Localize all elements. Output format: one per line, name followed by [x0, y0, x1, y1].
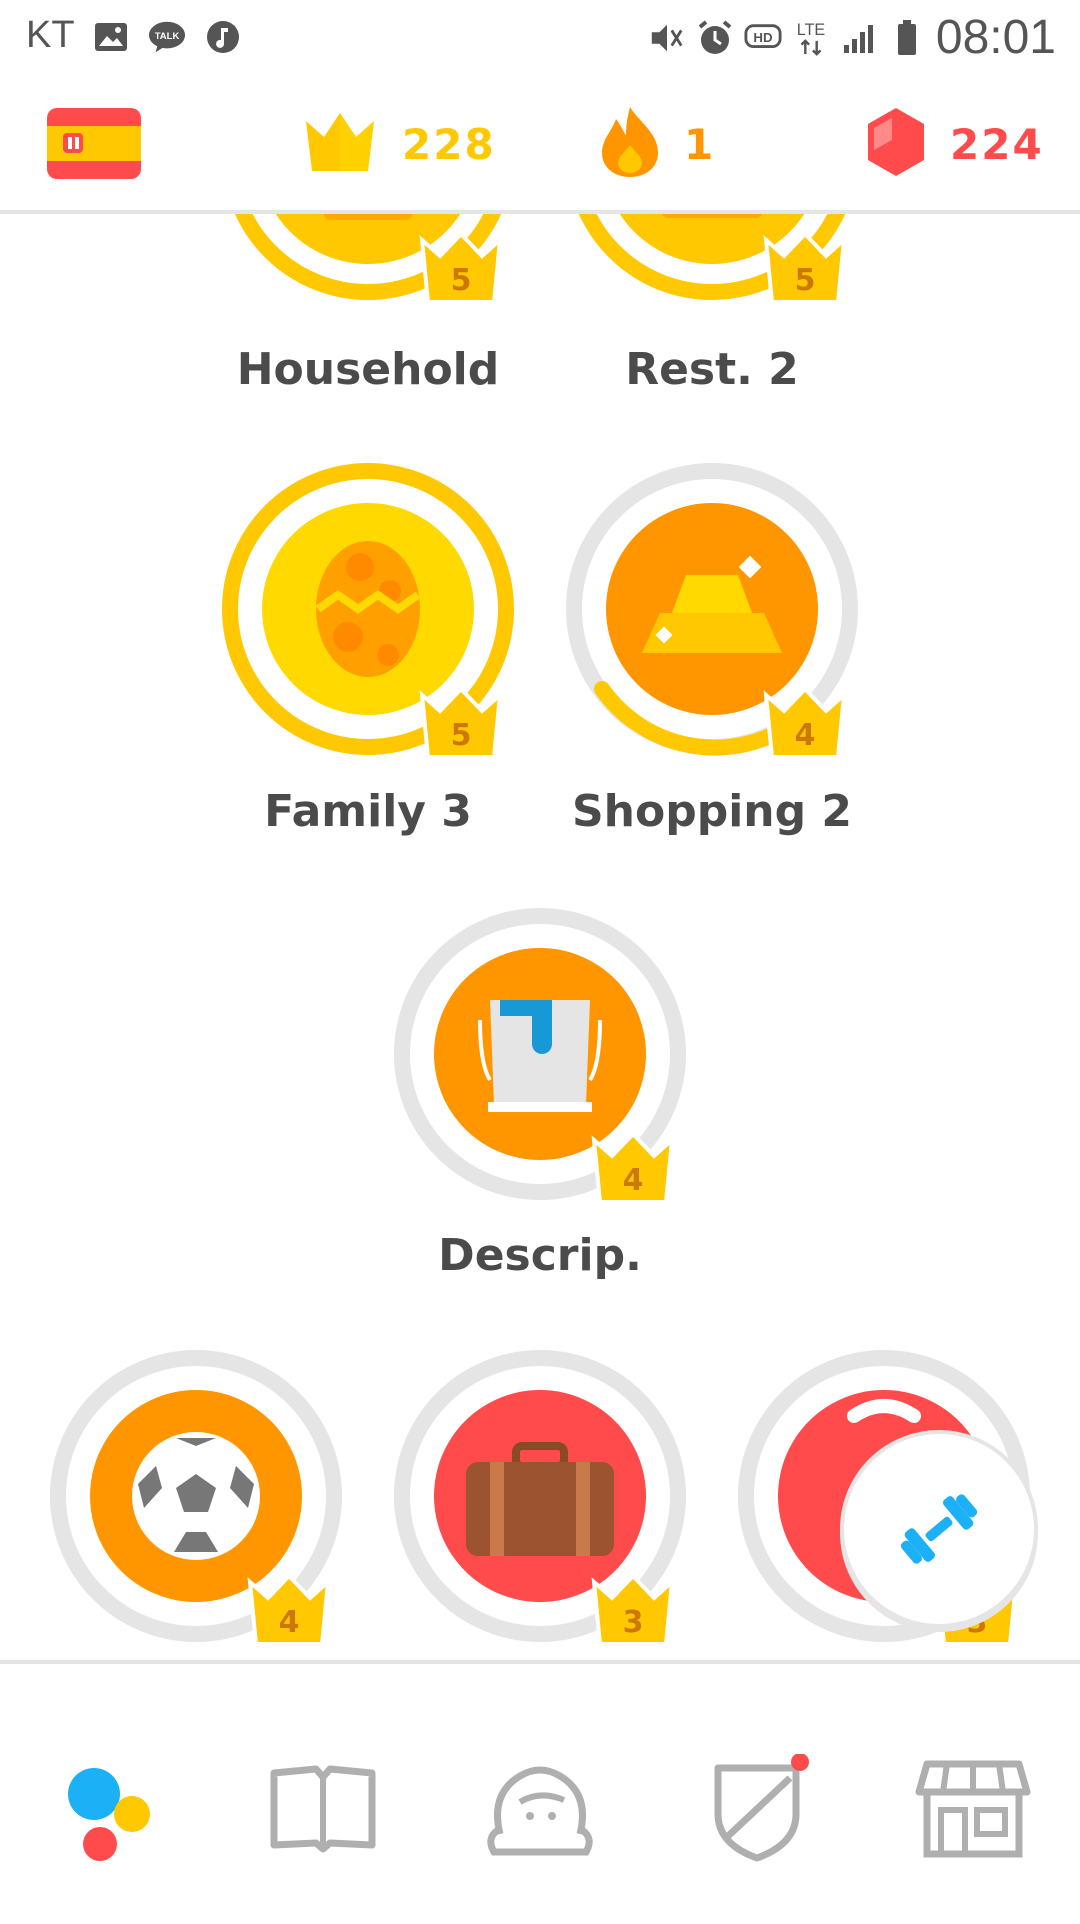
crown-badge-icon: 5 — [763, 232, 847, 304]
crown-badge-icon: 4 — [763, 687, 847, 759]
gems-stat[interactable]: 224 — [866, 108, 1044, 180]
svg-text:5: 5 — [795, 263, 816, 298]
svg-text:5: 5 — [451, 718, 472, 753]
crown-badge-icon: 3 — [591, 1574, 675, 1646]
gallery-icon — [92, 18, 130, 56]
svg-text:TALK: TALK — [155, 31, 180, 42]
nav-shop[interactable] — [908, 1744, 1038, 1874]
crowns-count: 228 — [402, 119, 496, 169]
profile-icon — [487, 1766, 593, 1856]
shield-icon — [714, 1754, 809, 1862]
gem-icon — [866, 106, 926, 182]
svg-text:4: 4 — [279, 1605, 300, 1640]
crown-icon — [302, 111, 378, 177]
skill-shopping-2[interactable]: 4 — [562, 459, 862, 759]
battery-icon — [888, 19, 926, 57]
shop-icon — [915, 1760, 1031, 1858]
nav-leagues[interactable] — [692, 1744, 822, 1874]
nav-profile[interactable] — [475, 1744, 605, 1874]
skill-label-rest-2: Rest. 2 — [625, 344, 799, 395]
carrier-label: KT — [26, 14, 75, 56]
signal-icon — [840, 19, 878, 57]
svg-text:4: 4 — [795, 718, 816, 753]
practice-weights-button[interactable] — [840, 1430, 1038, 1628]
svg-text:LTE: LTE — [797, 21, 826, 39]
skill-rest-2[interactable]: 5 — [562, 214, 862, 304]
lte-icon: LTE — [792, 19, 830, 57]
crown-badge-icon: 4 — [247, 1574, 331, 1646]
learn-icon — [68, 1768, 150, 1861]
clock: 08:01 — [935, 11, 1056, 64]
hd-icon: HD — [744, 19, 782, 57]
bottom-navigation — [0, 1660, 1080, 1924]
streak-stat[interactable]: 1 — [600, 105, 716, 183]
alarm-icon — [696, 19, 734, 57]
skill-descrip[interactable]: 4 — [390, 904, 690, 1204]
svg-text:4: 4 — [623, 1163, 644, 1198]
crown-badge-icon: 5 — [419, 687, 503, 759]
skill-household[interactable]: 5 — [218, 214, 518, 304]
skill-family-3[interactable]: 5 — [218, 459, 518, 759]
crowns-stat[interactable]: 228 — [302, 108, 496, 180]
skill-label-shopping-2: Shopping 2 — [571, 786, 853, 837]
skill-label-household: Household — [236, 344, 500, 395]
skill-travel[interactable]: 3 — [390, 1346, 690, 1646]
svg-text:5: 5 — [451, 263, 472, 298]
mute-icon — [648, 19, 686, 57]
crown-badge-icon: 4 — [591, 1132, 675, 1204]
streak-count: 1 — [684, 119, 716, 169]
gems-count: 224 — [950, 119, 1044, 169]
skill-label-descrip: Descrip. — [438, 1230, 642, 1281]
music-icon — [204, 18, 242, 56]
talk-icon: TALK — [148, 18, 186, 56]
skill-sports[interactable]: 4 — [46, 1346, 346, 1646]
skill-label-family-3: Family 3 — [264, 786, 472, 837]
nav-stories[interactable] — [258, 1744, 388, 1874]
spain-flag-icon[interactable] — [47, 108, 141, 179]
crown-badge-icon: 5 — [419, 232, 503, 304]
status-bar: KT TALK HD LTE 08:01 — [0, 0, 1080, 78]
stories-icon — [270, 1765, 376, 1853]
stats-header: 228 1 224 — [0, 78, 1080, 214]
svg-text:3: 3 — [623, 1605, 644, 1640]
svg-text:HD: HD — [753, 29, 773, 44]
dumbbell-icon — [900, 1494, 978, 1564]
nav-learn[interactable] — [46, 1744, 176, 1874]
flame-icon — [600, 105, 660, 183]
